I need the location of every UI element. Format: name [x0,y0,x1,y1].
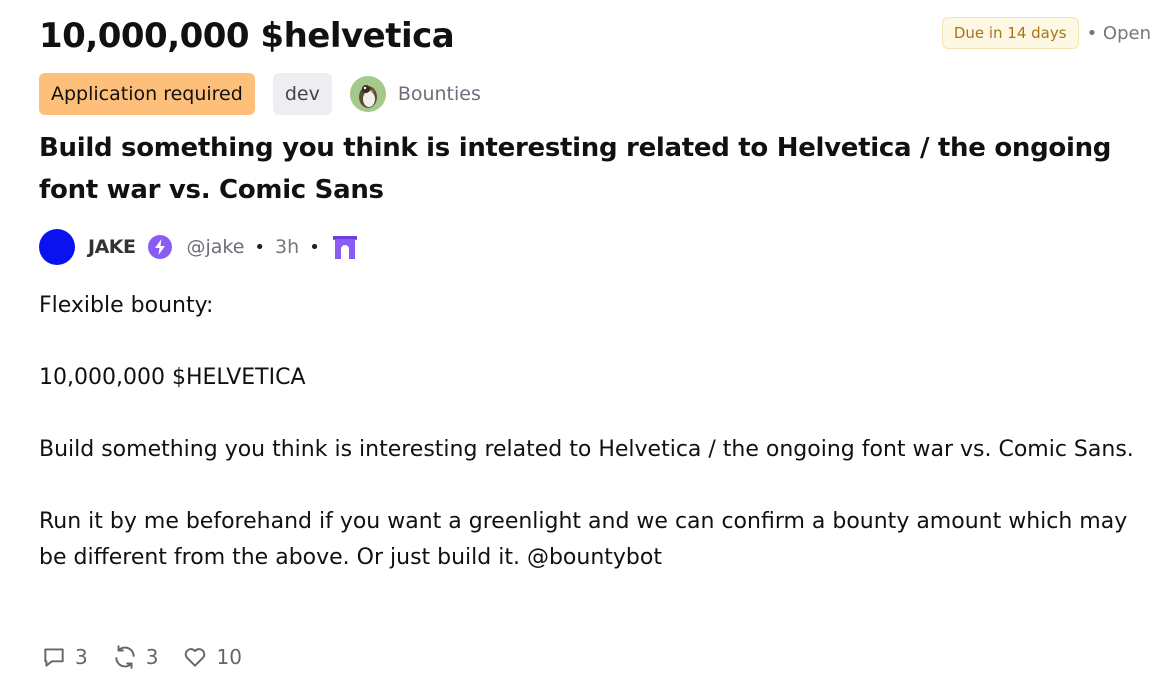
comment-icon [44,648,64,667]
channel-avatar-icon [349,76,386,112]
body-line: Run it by me beforehand if you want a gr… [39,509,1128,570]
bounty-heading: Build something you think is interesting… [39,133,1112,205]
body-line: Flexible bounty: [39,293,214,318]
open-status: • Open [1086,22,1151,44]
author-handle[interactable]: @jake [186,236,244,258]
post-time[interactable]: 3h [275,236,299,258]
recast-count: 3 [145,645,159,669]
bounty-status: Due in 14 days • Open [941,17,1151,49]
action-row: 3 3 10 [41,644,242,670]
channel-name: Bounties [397,83,481,105]
author-name[interactable]: JAKE [88,236,136,258]
tag-row: Application required dev Bounties [39,73,481,115]
reply-count: 3 [75,645,88,669]
bounty-title: 10,000,000 $helvetica [39,16,455,56]
author-row: JAKE @jake • 3h • [39,229,360,265]
channel-link[interactable]: Bounties [349,76,481,112]
dev-tag[interactable]: dev [272,73,332,115]
body-line: 10,000,000 $HELVETICA [39,365,306,390]
recast-button[interactable]: 3 [112,644,159,670]
cast-body: Flexible bounty: 10,000,000 $HELVETICA B… [39,288,1139,576]
due-badge: Due in 14 days [941,17,1079,49]
heart-icon [185,648,206,667]
author-avatar[interactable] [39,229,75,265]
recast-icon [115,645,135,669]
like-button[interactable]: 10 [182,644,242,670]
body-line: Build something you think is interesting… [39,437,1134,462]
power-badge-icon [148,235,173,259]
like-count: 10 [216,645,242,669]
application-required-tag[interactable]: Application required [39,73,255,115]
arch-icon[interactable] [330,232,360,262]
reply-button[interactable]: 3 [41,644,88,670]
separator-dot: • [254,236,266,258]
separator-dot: • [309,236,320,258]
